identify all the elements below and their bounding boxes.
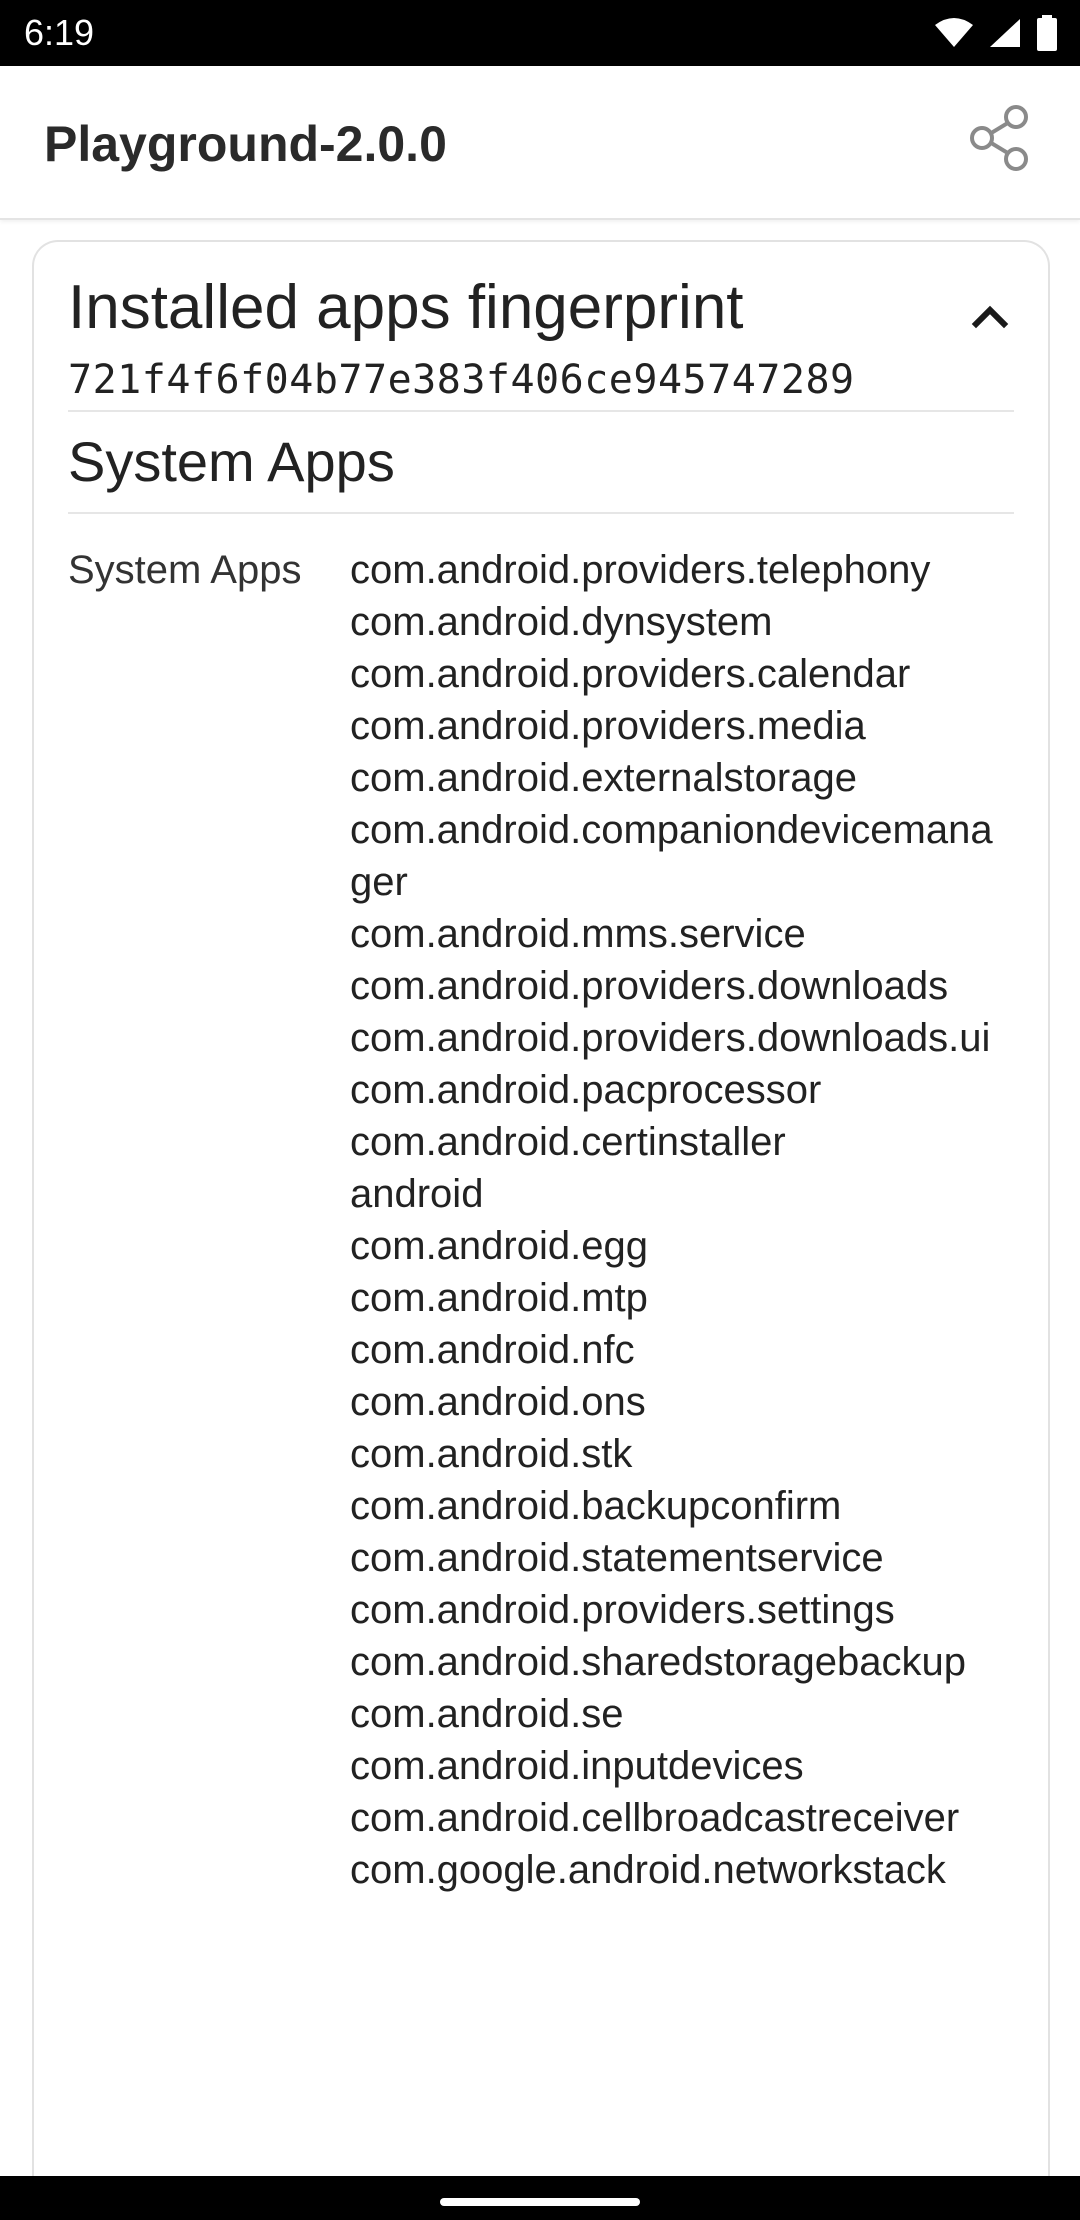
fingerprint-hash: 721f4f6f04b77e383f406ce945747289 — [68, 357, 855, 403]
divider — [68, 512, 1014, 514]
list-item: com.android.mms.service — [350, 912, 806, 956]
list-item: com.android.providers.downloads.ui — [350, 1016, 991, 1060]
list-item: com.android.certinstaller — [350, 1120, 786, 1164]
list-item: com.android.cellbroadcastreceiver — [350, 1796, 960, 1840]
list-item: com.android.sharedstoragebackup — [350, 1640, 966, 1684]
list-item: com.android.ons — [350, 1380, 646, 1424]
app-bar: Playground-2.0.0 — [0, 66, 1080, 220]
status-icons — [934, 14, 1058, 52]
collapse-button[interactable] — [958, 286, 1022, 350]
list-item: com.android.inputdevices — [350, 1744, 804, 1788]
list-item: com.android.mtp — [350, 1276, 648, 1320]
list-item: com.android.externalstorage — [350, 756, 857, 800]
share-icon — [966, 104, 1034, 177]
list-item: com.android.nfc — [350, 1328, 635, 1372]
card-title: Installed apps fingerprint — [68, 273, 744, 342]
chevron-up-icon — [970, 302, 1010, 335]
list-item: com.google.android.networkstack — [350, 1848, 946, 1892]
signal-icon — [988, 17, 1022, 49]
list-item: com.android.dynsystem — [350, 600, 773, 644]
list-item: com.android.se — [350, 1692, 624, 1736]
list-item: com.android.providers.calendar — [350, 652, 911, 696]
list-item: com.android.egg — [350, 1224, 648, 1268]
list-item: com.android.providers.telephony — [350, 548, 931, 592]
list-item: com.android.pacprocessor — [350, 1068, 822, 1112]
share-button[interactable] — [960, 100, 1040, 180]
list-item: com.android.providers.media — [350, 704, 866, 748]
divider — [68, 410, 1014, 412]
fingerprint-card: Installed apps fingerprint 721f4f6f04b77… — [32, 240, 1050, 2182]
app-title: Playground-2.0.0 — [44, 116, 447, 172]
wifi-icon — [934, 17, 974, 49]
list-item: com.android.providers.settings — [350, 1588, 895, 1632]
list-item: com.android.stk — [350, 1432, 633, 1476]
section-title: System Apps — [68, 430, 395, 493]
list-item: com.android.providers.downloads — [350, 964, 949, 1008]
status-bar: 6:19 — [0, 0, 1080, 66]
list-item: com.android.companiondevicemanager — [350, 808, 993, 904]
battery-icon — [1036, 15, 1058, 51]
navigation-bar — [0, 2176, 1080, 2220]
row-label: System Apps — [68, 548, 302, 592]
home-handle[interactable] — [440, 2198, 640, 2206]
app-list: com.android.providers.telephony com.andro… — [350, 544, 1014, 1896]
list-item: com.android.statementservice — [350, 1536, 884, 1580]
status-time: 6:19 — [24, 12, 95, 53]
list-item: android — [350, 1172, 484, 1216]
list-item: com.android.backupconfirm — [350, 1484, 842, 1528]
